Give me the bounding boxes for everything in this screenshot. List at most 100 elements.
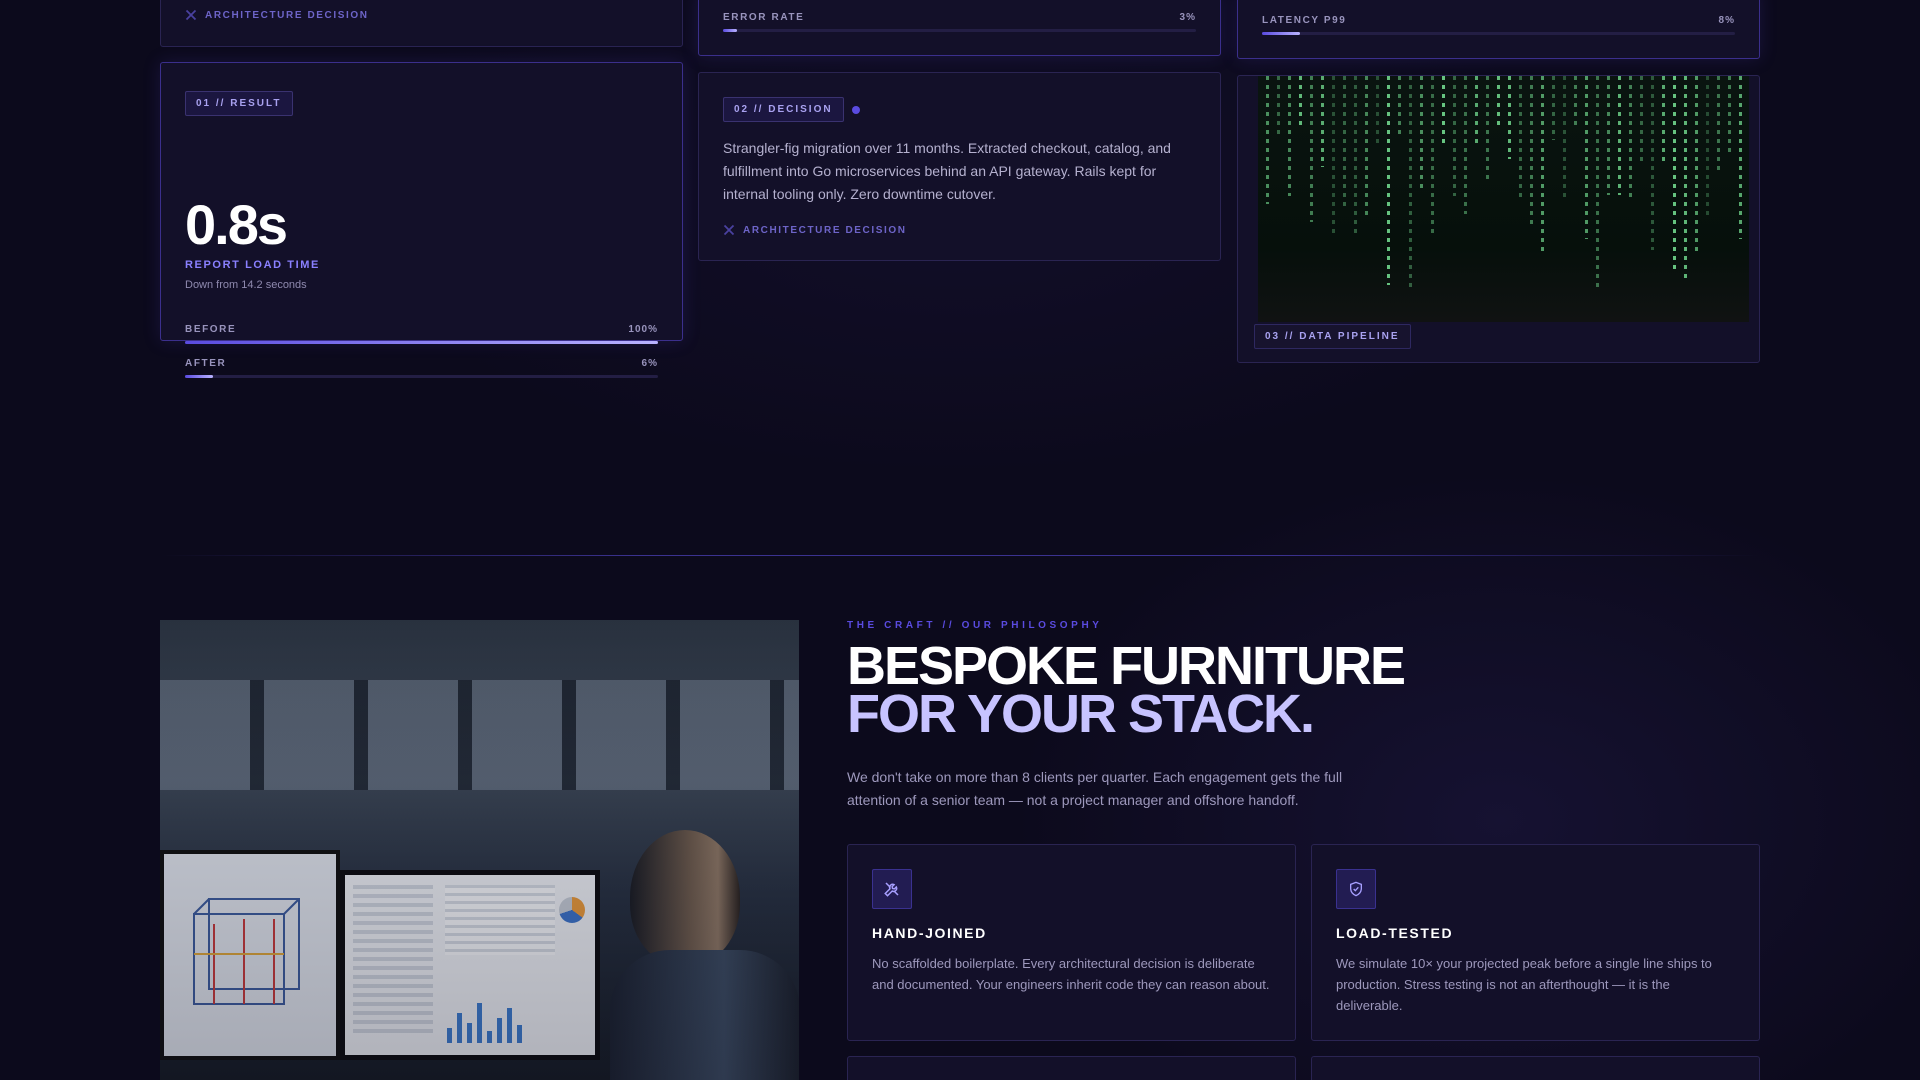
feature-card-partial-left (847, 1056, 1296, 1080)
matrix-glyph-column (1321, 76, 1324, 168)
feature-card-partial-right (1311, 1056, 1760, 1080)
headline-line-2: FOR YOUR STACK. (847, 684, 1315, 744)
matrix-glyph-column (1464, 76, 1467, 215)
matrix-glyph-column (1541, 76, 1544, 253)
result-big-value: 0.8s (185, 193, 288, 256)
architecture-card-top: ARCHITECTURE DECISION (160, 0, 683, 47)
matrix-glyph-column (1728, 76, 1731, 155)
shield-check-icon (1350, 881, 1362, 897)
matrix-glyph-column (1398, 76, 1401, 138)
feature-body: No scaffolded boilerplate. Every archite… (872, 956, 1270, 992)
matrix-glyph-column (1739, 76, 1742, 240)
decision-card: 02 // DECISION Strangler-fig migration o… (698, 72, 1221, 261)
matrix-glyph-column (1354, 76, 1357, 237)
matrix-code-image (1258, 76, 1749, 322)
error-rate-card: ERROR RATE 3% (698, 0, 1221, 56)
matrix-glyph-column (1530, 76, 1533, 225)
decision-body: Strangler-fig migration over 11 months. … (723, 140, 1171, 202)
matrix-glyph-column (1662, 76, 1665, 165)
error-rate-label: ERROR RATE (723, 12, 805, 23)
craft-headline: BESPOKE FURNITURE FOR YOUR STACK. (847, 636, 1406, 744)
headline-line-1: BESPOKE FURNITURE (847, 636, 1406, 696)
error-rate-bar (723, 29, 1196, 32)
matrix-glyph-column (1420, 76, 1423, 192)
matrix-glyph-column (1585, 76, 1588, 239)
section-divider (160, 555, 1760, 556)
shield-icon-box (1336, 869, 1376, 909)
feature-title: LOAD-TESTED (1336, 925, 1454, 941)
tools-icon-box (872, 869, 912, 909)
result-card: 01 // RESULT 0.8s REPORT LOAD TIME Down … (160, 62, 683, 378)
status-dot (851, 105, 860, 114)
matrix-glyph-column (1563, 76, 1566, 198)
matrix-glyph-column (1409, 76, 1412, 289)
matrix-glyph-column (1706, 76, 1709, 216)
after-label: AFTER (185, 358, 227, 369)
matrix-glyph-column (1365, 76, 1368, 217)
matrix-glyph-column (1508, 76, 1511, 159)
matrix-glyph-column (1497, 76, 1500, 131)
matrix-glyph-column (1519, 76, 1522, 201)
matrix-glyph-column (1387, 76, 1390, 286)
craft-intro: We don't take on more than 8 clients per… (847, 769, 1343, 808)
decision-footer: ARCHITECTURE DECISION (723, 224, 907, 236)
matrix-glyph-column (1475, 76, 1478, 144)
matrix-glyph-column (1552, 76, 1555, 141)
engineer-office-photo (160, 620, 799, 1080)
matrix-glyph-column (1695, 76, 1698, 251)
result-tag: 01 // RESULT (185, 91, 293, 116)
matrix-glyph-column (1288, 76, 1291, 196)
after-value: 6% (641, 358, 658, 369)
matrix-glyph-column (1299, 76, 1302, 131)
matrix-glyph-column (1607, 76, 1610, 195)
error-rate-value: 3% (1179, 12, 1196, 23)
tools-icon (185, 9, 197, 21)
after-bar-fill (185, 375, 214, 378)
matrix-glyph-column (1431, 76, 1434, 237)
matrix-glyph-column (1717, 76, 1720, 175)
feature-card-load-tested: LOAD-TESTED We simulate 10× your project… (1311, 844, 1760, 1041)
matrix-glyph-column (1376, 76, 1379, 148)
before-label: BEFORE (185, 324, 237, 335)
feature-body: We simulate 10× your projected peak befo… (1336, 956, 1712, 1013)
matrix-glyph-column (1453, 76, 1456, 197)
tools-icon (723, 224, 735, 236)
latency-value: 8% (1718, 15, 1735, 26)
latency-label: LATENCY P99 (1262, 15, 1347, 26)
before-bar (185, 341, 658, 344)
decision-footer-text: ARCHITECTURE DECISION (743, 224, 907, 236)
latency-card: LATENCY P99 8% (1237, 0, 1760, 59)
before-value: 100% (628, 324, 658, 335)
matrix-glyph-column (1640, 76, 1643, 164)
matrix-glyph-column (1684, 76, 1687, 283)
matrix-glyph-column (1618, 76, 1621, 195)
matrix-glyph-column (1651, 76, 1654, 250)
feature-card-hand-joined: HAND-JOINED No scaffolded boilerplate. E… (847, 844, 1296, 1041)
tools-icon (884, 882, 899, 897)
before-bar-fill (185, 341, 658, 344)
matrix-glyph-column (1574, 76, 1577, 125)
decision-tag: 02 // DECISION (723, 97, 844, 122)
after-bar (185, 375, 658, 378)
matrix-glyph-column (1673, 76, 1676, 271)
pipeline-tag: 03 // DATA PIPELINE (1254, 324, 1411, 349)
latency-bar (1262, 32, 1735, 35)
feature-title: HAND-JOINED (872, 925, 987, 941)
matrix-glyph-column (1277, 76, 1280, 137)
matrix-glyph-column (1486, 76, 1489, 180)
matrix-glyph-column (1596, 76, 1599, 288)
matrix-glyph-column (1332, 76, 1335, 235)
latency-bar-fill (1262, 32, 1300, 35)
architecture-decision-label: ARCHITECTURE DECISION (185, 9, 369, 21)
result-subtext: Down from 14.2 seconds (185, 279, 307, 291)
pipeline-card: 03 // DATA PIPELINE (1237, 75, 1760, 363)
matrix-glyph-column (1629, 76, 1632, 198)
matrix-glyph-column (1343, 76, 1346, 206)
result-label: REPORT LOAD TIME (185, 259, 320, 271)
matrix-glyph-column (1266, 76, 1269, 205)
craft-eyebrow: THE CRAFT // OUR PHILOSOPHY (847, 620, 1103, 631)
matrix-glyph-column (1442, 76, 1445, 147)
error-rate-bar-fill (723, 29, 738, 32)
architecture-decision-text: ARCHITECTURE DECISION (205, 9, 369, 21)
matrix-glyph-column (1310, 76, 1313, 223)
